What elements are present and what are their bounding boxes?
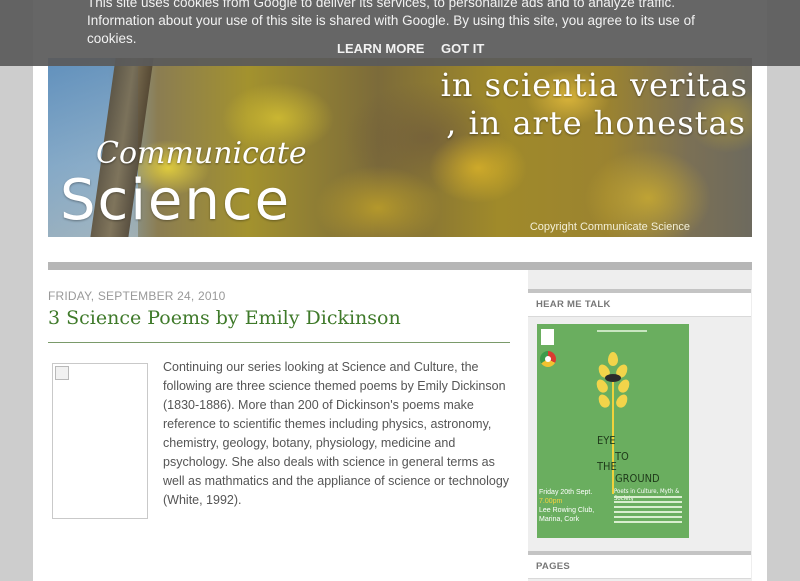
wheat-grain	[614, 392, 630, 410]
poster-small-text	[614, 496, 682, 526]
wheat-grain	[608, 352, 618, 366]
poster-logo-square	[541, 329, 554, 345]
post-title-underline	[48, 342, 510, 343]
poster-event-venue-2: Marina, Cork	[539, 516, 580, 523]
header-tagline-1: in scientia veritas	[440, 66, 748, 104]
post-title[interactable]: 3 Science Poems by Emily Dickinson	[48, 307, 401, 329]
got-it-button[interactable]: GOT IT	[441, 41, 484, 56]
poster-logo-circle-icon	[540, 351, 556, 367]
poster-title-ground: GROUND	[615, 472, 660, 485]
header-banner[interactable]: in scientia veritas , in arte honestas C…	[48, 58, 752, 237]
poster-top-note	[597, 330, 647, 332]
poster-title-eye: EYE	[597, 434, 616, 447]
brand-communicate: Communicate	[96, 136, 307, 171]
learn-more-link[interactable]: LEARN MORE	[337, 41, 424, 56]
widget-header-pages: PAGES	[528, 551, 751, 579]
widget-title-hear-me-talk: HEAR ME TALK	[536, 299, 611, 310]
cookie-consent-bar: This site uses cookies from Google to de…	[0, 0, 800, 66]
content-divider	[48, 262, 752, 270]
banner-copyright: Copyright Communicate Science	[529, 221, 690, 233]
poster-eye-icon	[605, 374, 621, 382]
post-body: Continuing our series looking at Science…	[163, 360, 510, 507]
poster-event-details: Friday 20th Sept. 7.00pm Lee Rowing Club…	[539, 488, 594, 524]
poster-event-venue-1: Lee Rowing Club,	[539, 507, 595, 514]
wheat-grain	[596, 392, 612, 410]
header-tagline-2: , in arte honestas	[446, 104, 746, 142]
poster-event-date: Friday 20th Sept.	[539, 489, 593, 496]
poster-title-to: TO	[615, 450, 629, 463]
broken-image-icon	[55, 366, 69, 380]
brand-science: Science	[60, 168, 292, 233]
widget-header-hear-me-talk: HEAR ME TALK	[528, 289, 751, 317]
post-date: FRIDAY, SEPTEMBER 24, 2010	[48, 289, 226, 303]
event-poster[interactable]: EYE TO THE GROUND Poets in Culture, Myth…	[537, 324, 689, 538]
post-broken-image[interactable]	[52, 363, 148, 519]
cookie-actions: LEARN MORE GOT IT	[337, 41, 497, 56]
poster-title-the: THE	[597, 460, 617, 473]
poster-event-time: 7.00pm	[539, 498, 563, 505]
widget-title-pages: PAGES	[536, 561, 571, 572]
